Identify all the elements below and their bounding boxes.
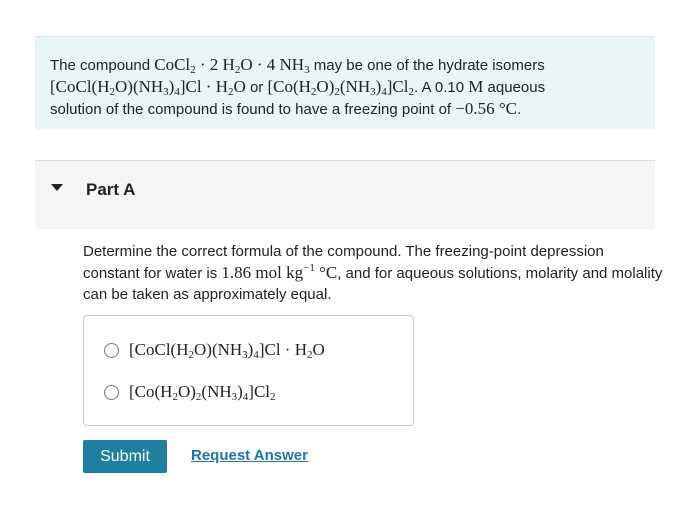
kf-value: 1.86 mol kg−1 °C bbox=[221, 262, 338, 283]
intro-or-text: or bbox=[245, 79, 268, 96]
freezing-point-value: −0.56 °C bbox=[455, 99, 518, 118]
submit-button[interactable]: Submit bbox=[83, 440, 167, 473]
radio-button[interactable] bbox=[104, 342, 119, 358]
request-answer-link[interactable]: Request Answer bbox=[191, 447, 308, 464]
option-2-label: [Co(H2O)2(NH3)4]Cl2 bbox=[129, 382, 276, 403]
intro-text-1: The compound bbox=[50, 57, 155, 74]
intro-text-6: . bbox=[517, 101, 522, 118]
intro-text-5: solution of the compound is found to hav… bbox=[50, 101, 456, 118]
formula-compound: CoCl2 · 2 H2O · 4 NH3 bbox=[154, 55, 310, 76]
option-1[interactable]: [CoCl(H2O)(NH3)4]Cl · H2O bbox=[104, 338, 325, 362]
problem-statement: The compound CoCl2 · 2 H2O · 4 NH3 may b… bbox=[35, 36, 655, 129]
formula-isomer-1: [CoCl(H2O)(NH3)4]Cl · H2O bbox=[50, 77, 246, 98]
unit-molar: M bbox=[468, 77, 484, 96]
formula-isomer-2: [Co(H2O)2(NH3)4]Cl2 bbox=[267, 77, 414, 98]
part-title: Part A bbox=[86, 180, 136, 199]
answer-options: [CoCl(H2O)(NH3)4]Cl · H2O [Co(H2O)2(NH3)… bbox=[83, 315, 414, 426]
question-text: Determine the correct formula of the com… bbox=[83, 241, 663, 305]
intro-text-3: . A 0.10 bbox=[414, 79, 469, 96]
intro-text-4: aqueous bbox=[483, 79, 546, 96]
radio-button[interactable] bbox=[104, 384, 119, 400]
intro-text-2: may be one of the hydrate isomers bbox=[309, 57, 545, 74]
part-a-header[interactable]: Part A bbox=[35, 160, 655, 229]
collapse-caret-icon[interactable] bbox=[51, 184, 63, 191]
option-1-label: [CoCl(H2O)(NH3)4]Cl · H2O bbox=[129, 340, 325, 361]
option-2[interactable]: [Co(H2O)2(NH3)4]Cl2 bbox=[104, 380, 276, 404]
